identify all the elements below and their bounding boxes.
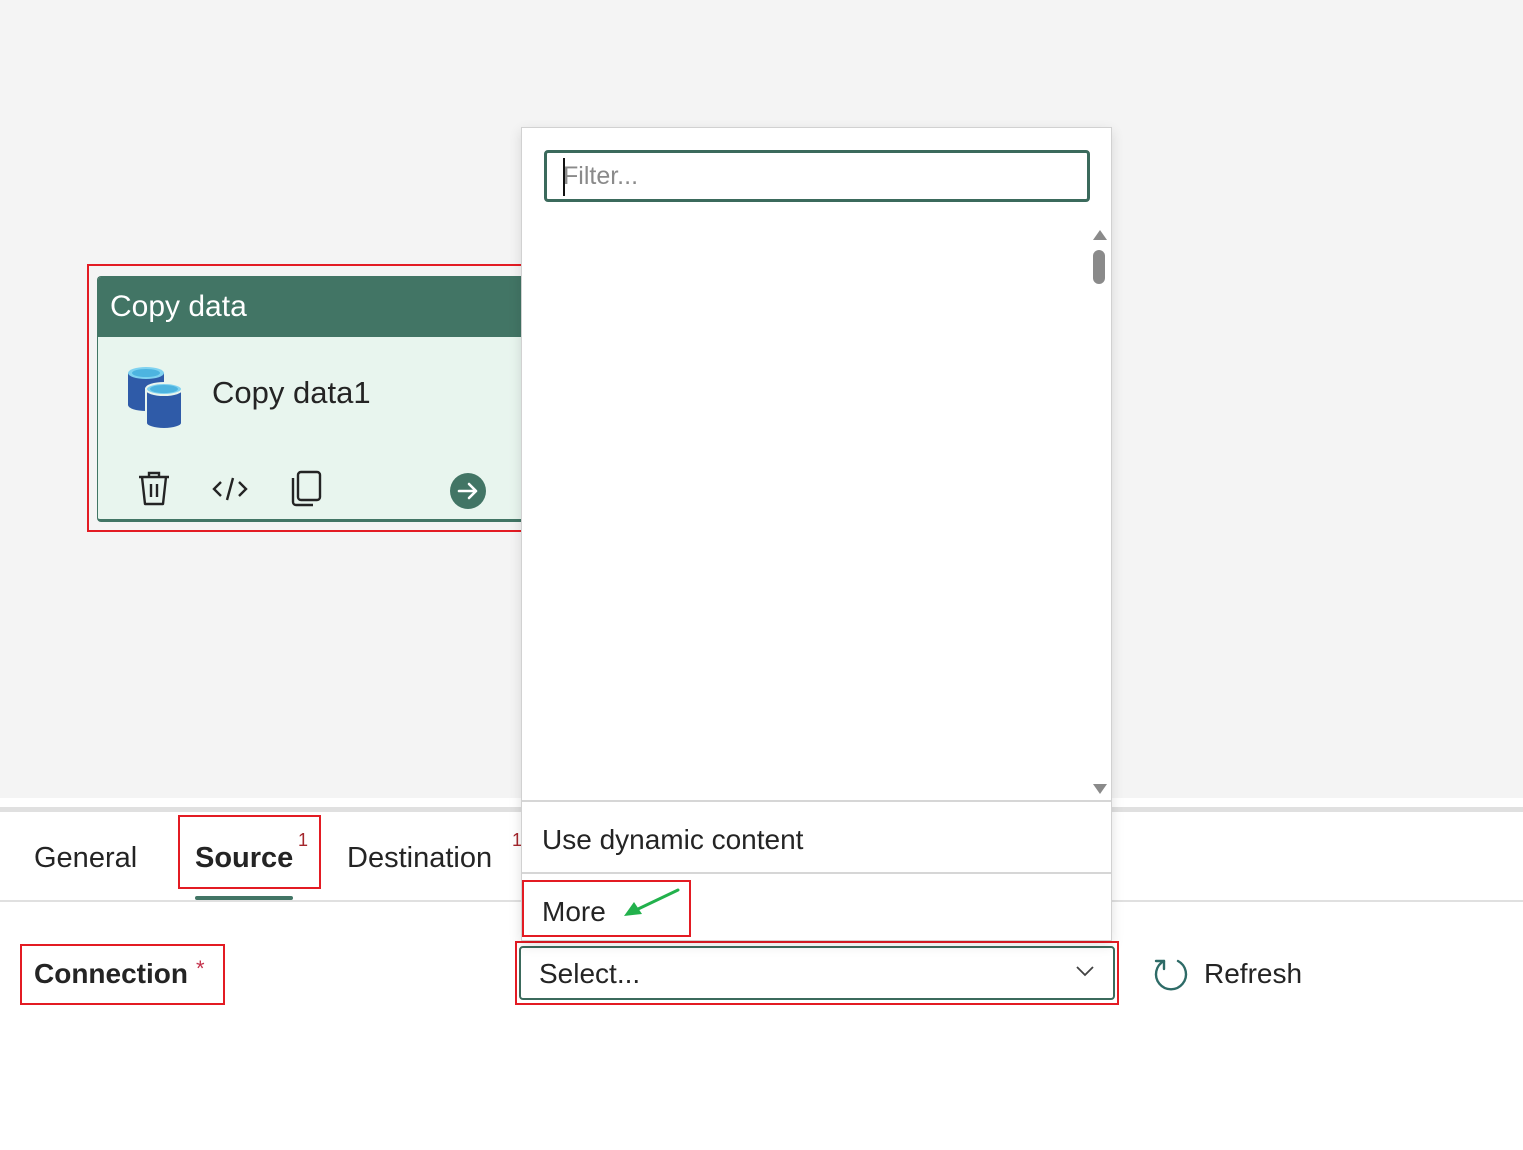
- activity-name: Copy data1: [212, 375, 371, 410]
- connection-dropdown-popup: Use dynamic content More: [521, 127, 1112, 941]
- use-dynamic-content-option[interactable]: Use dynamic content: [522, 806, 1111, 874]
- text-caret: [563, 158, 565, 196]
- delete-button[interactable]: [134, 469, 174, 509]
- copy-data-activity-card[interactable]: Copy data Copy data1: [97, 276, 522, 522]
- popup-divider: [522, 872, 1111, 874]
- connection-options-list[interactable]: [522, 224, 1092, 800]
- annotation-box-connection-select: [515, 941, 1119, 1005]
- options-scrollbar[interactable]: [1090, 226, 1108, 802]
- filter-input[interactable]: [544, 150, 1090, 202]
- arrow-right-icon: [457, 482, 478, 500]
- database-copy-icon: [126, 365, 186, 431]
- popup-divider: [522, 800, 1111, 802]
- view-code-button[interactable]: [210, 469, 250, 509]
- pointer-arrow-icon: [624, 888, 680, 916]
- annotation-box-source-tab: [178, 815, 321, 889]
- refresh-label: Refresh: [1204, 958, 1303, 989]
- trash-icon: [139, 471, 169, 506]
- copy-icon: [291, 470, 322, 507]
- tab-destination[interactable]: Destination: [347, 842, 492, 875]
- refresh-icon: [1154, 959, 1188, 991]
- scroll-up-icon[interactable]: [1093, 230, 1107, 240]
- clone-button[interactable]: [286, 469, 326, 509]
- scroll-thumb[interactable]: [1093, 250, 1105, 284]
- go-to-activity-button[interactable]: [450, 473, 486, 509]
- code-icon: [212, 477, 248, 501]
- refresh-button[interactable]: Refresh: [1152, 952, 1302, 996]
- scroll-down-icon[interactable]: [1093, 784, 1107, 794]
- annotation-box-connection-label: [20, 944, 225, 1005]
- activity-type-label: Copy data: [98, 277, 522, 337]
- tab-general[interactable]: General: [34, 842, 137, 875]
